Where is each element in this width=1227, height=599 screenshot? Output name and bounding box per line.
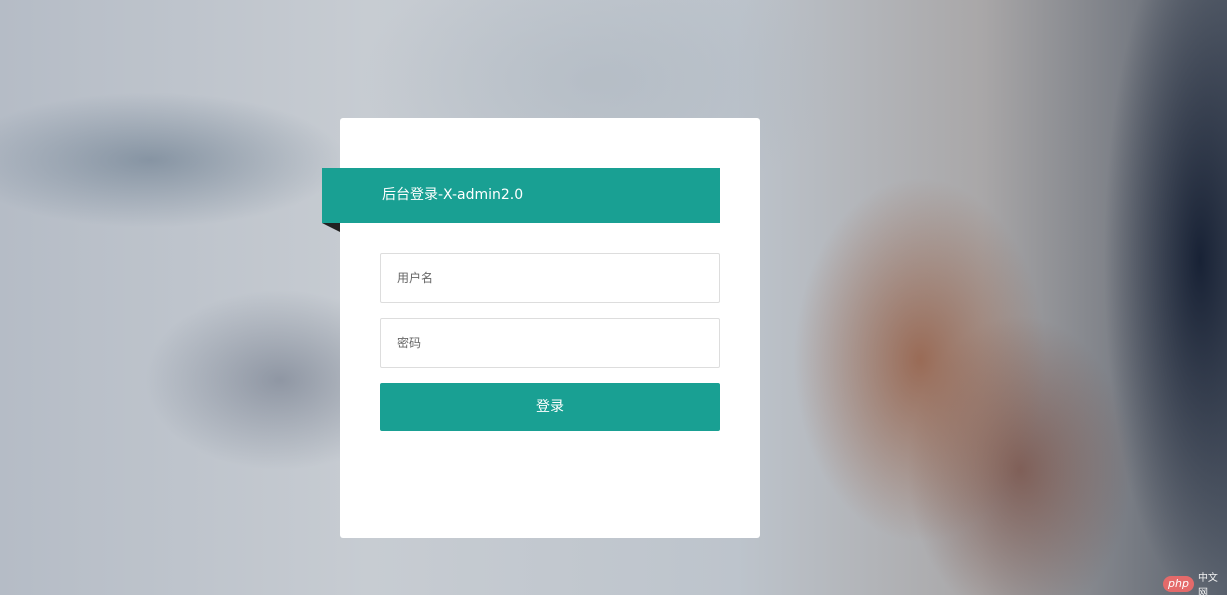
php-logo: php bbox=[1163, 576, 1194, 592]
username-input[interactable]: 用户名 bbox=[380, 253, 720, 303]
username-placeholder: 用户名 bbox=[397, 271, 434, 285]
password-input[interactable]: 密码 bbox=[380, 318, 720, 368]
php-cn-watermark: php 中文网 bbox=[1163, 573, 1227, 599]
login-title: 后台登录-X-admin2.0 bbox=[382, 187, 524, 203]
login-button[interactable]: 登录 bbox=[380, 383, 720, 431]
ribbon-fold-corner bbox=[322, 223, 340, 232]
login-header-ribbon: 后台登录-X-admin2.0 bbox=[322, 168, 720, 223]
password-placeholder: 密码 bbox=[397, 336, 422, 350]
